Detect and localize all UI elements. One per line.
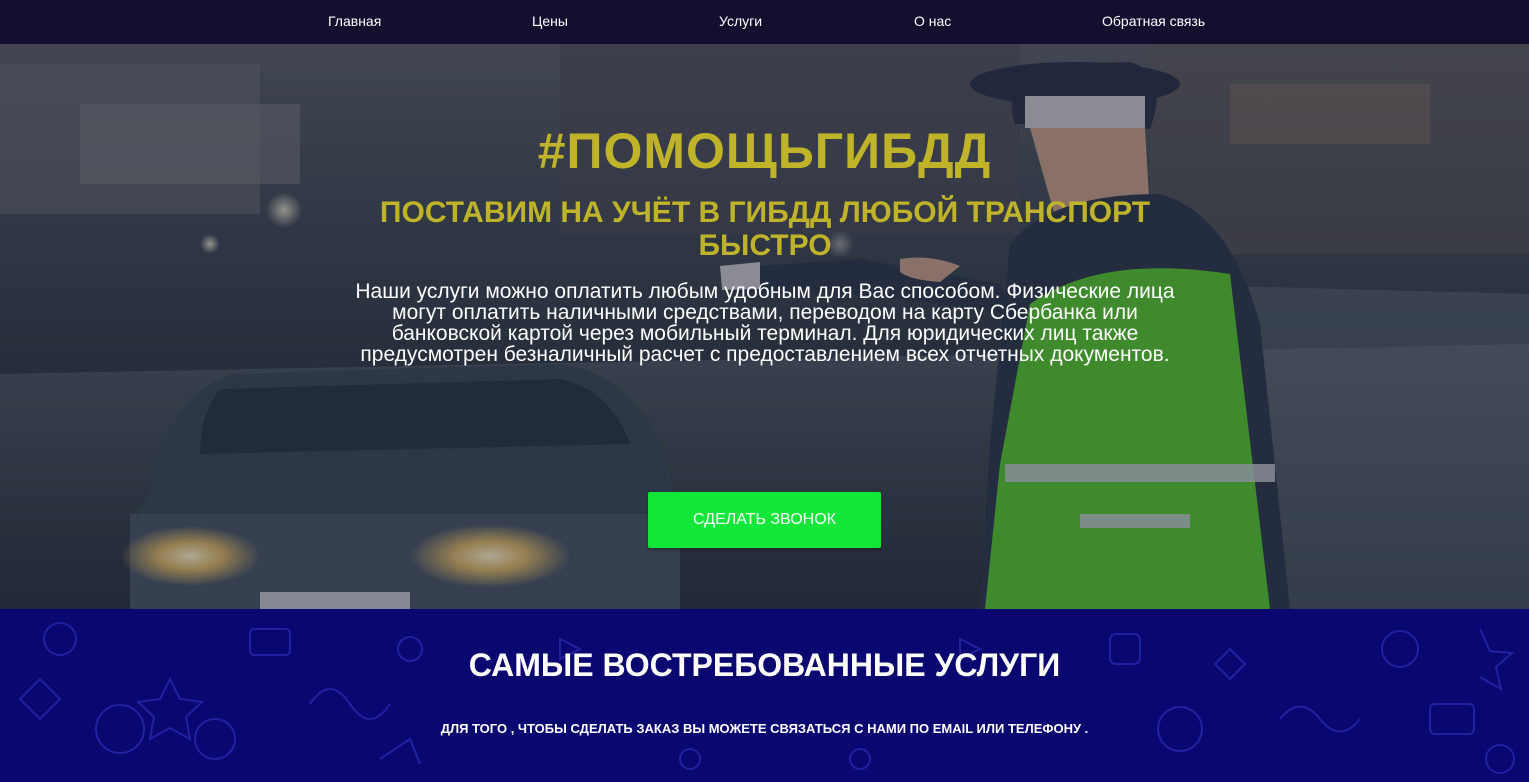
nav-item-feedback[interactable]: Обратная связь bbox=[1102, 13, 1205, 29]
doodle-pattern-background bbox=[18, 622, 1515, 774]
nav-item-home[interactable]: Главная bbox=[328, 13, 381, 29]
services-section-title: САМЫЕ ВОСТРЕБОВАННЫЕ УСЛУГИ bbox=[468, 647, 1061, 683]
hero-section: #ПОМОЩЬГИБДД ПОСТАВИМ НА УЧЁТ В ГИБДД ЛЮ… bbox=[0, 44, 1529, 609]
nav-item-about[interactable]: О нас bbox=[914, 13, 951, 29]
hero-description: Наши услуги можно оплатить любым удобным… bbox=[355, 280, 1175, 366]
top-navigation: Главная Цены Услуги О нас Обратная связь bbox=[0, 0, 1529, 44]
nav-item-services[interactable]: Услуги bbox=[719, 13, 762, 29]
hero-title: #ПОМОЩЬГИБДД bbox=[537, 123, 992, 179]
nav-item-prices[interactable]: Цены bbox=[532, 13, 568, 29]
services-contact-note: ДЛЯ ТОГО , ЧТОБЫ СДЕЛАТЬ ЗАКАЗ ВЫ МОЖЕТЕ… bbox=[440, 721, 1089, 736]
hero-subtitle: ПОСТАВИМ НА УЧЁТ В ГИБДД ЛЮБОЙ ТРАНСПОРТ… bbox=[379, 196, 1151, 262]
make-call-button[interactable]: СДЕЛАТЬ ЗВОНОК bbox=[648, 492, 881, 548]
popular-services-section: САМЫЕ ВОСТРЕБОВАННЫЕ УСЛУГИ ДЛЯ ТОГО , Ч… bbox=[0, 609, 1529, 782]
